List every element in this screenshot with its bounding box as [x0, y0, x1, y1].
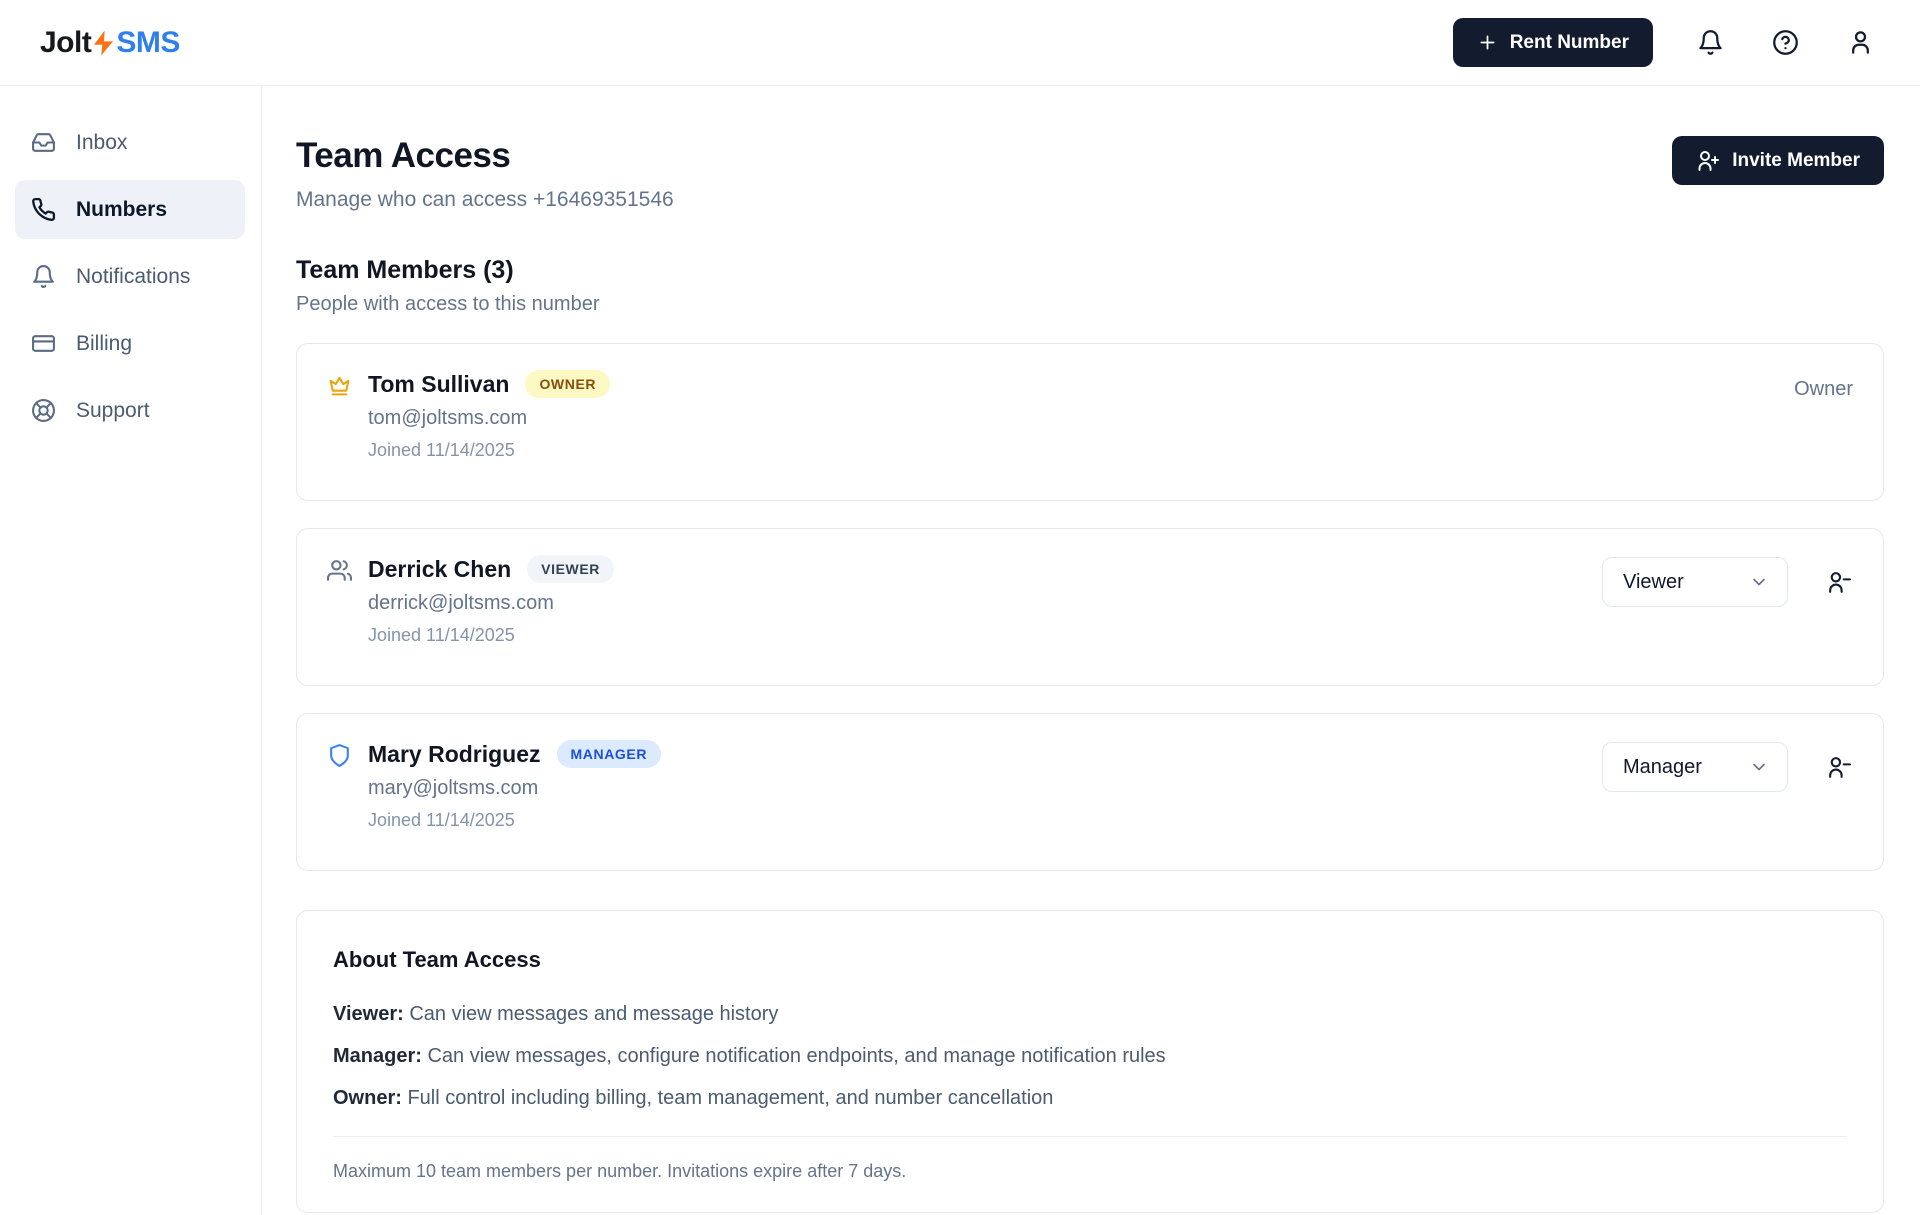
sidebar-item-label: Support	[76, 398, 150, 422]
member-joined-date: Joined 11/14/2025	[368, 625, 515, 645]
role-term: Owner:	[333, 1087, 402, 1109]
owner-role-description: Owner: Full control including billing, t…	[333, 1087, 1847, 1110]
role-desc: Full control including billing, team man…	[401, 1087, 1054, 1109]
rent-number-button[interactable]: Rent Number	[1452, 18, 1653, 67]
member-email: derrick@joltsms.com	[368, 592, 554, 614]
sidebar-item-label: Notifications	[76, 264, 191, 288]
top-navigation: Jolt SMS Rent Number	[0, 0, 1920, 86]
bell-icon	[31, 264, 56, 289]
member-actions: Owner	[1794, 372, 1853, 401]
member-name: Tom Sullivan	[368, 370, 510, 397]
topnav-actions: Rent Number	[1452, 18, 1878, 67]
role-select-dropdown[interactable]: Manager	[1602, 742, 1788, 792]
sidebar-item-label: Billing	[76, 331, 133, 355]
page-title: Team Access	[296, 136, 511, 175]
owner-badge: OWNER	[525, 370, 611, 398]
role-select-value: Viewer	[1623, 570, 1684, 593]
about-title: About Team Access	[333, 947, 541, 972]
chevron-down-icon	[1749, 572, 1769, 592]
invite-member-button[interactable]: Invite Member	[1672, 136, 1884, 185]
member-info: Tom Sullivan OWNER tom@joltsms.com Joine…	[327, 370, 611, 461]
role-term: Manager:	[333, 1045, 422, 1067]
member-email: mary@joltsms.com	[368, 777, 539, 799]
role-select-dropdown[interactable]: Viewer	[1602, 557, 1788, 607]
manager-badge: MANAGER	[556, 740, 662, 768]
member-actions: Manager	[1602, 742, 1853, 792]
credit-card-icon	[31, 331, 56, 356]
phone-icon	[31, 197, 56, 222]
logo-text-jolt: Jolt	[40, 25, 92, 59]
sidebar-item-notifications[interactable]: Notifications	[15, 247, 245, 306]
plus-icon	[1477, 32, 1498, 53]
role-term: Viewer:	[333, 1003, 404, 1025]
member-info: Mary Rodriguez MANAGER mary@joltsms.com …	[327, 740, 662, 831]
notifications-bell-icon[interactable]	[1693, 25, 1728, 60]
member-name: Derrick Chen	[368, 555, 512, 582]
user-account-icon[interactable]	[1843, 25, 1878, 60]
role-desc: Can view messages and message history	[403, 1003, 779, 1025]
role-descriptions: Viewer: Can view messages and message hi…	[333, 1003, 1847, 1110]
sidebar-item-billing[interactable]: Billing	[15, 314, 245, 373]
main-content: Team Access Manage who can access +16469…	[262, 86, 1920, 1215]
member-name: Mary Rodriguez	[368, 740, 541, 767]
lightning-bolt-icon	[90, 25, 117, 61]
users-icon	[327, 558, 352, 583]
sidebar-item-label: Numbers	[76, 197, 168, 221]
team-members-heading: Team Members (3)	[296, 256, 514, 284]
viewer-badge: VIEWER	[527, 555, 614, 583]
user-minus-icon	[1826, 755, 1851, 780]
role-select-value: Manager	[1623, 755, 1702, 778]
member-email: tom@joltsms.com	[368, 407, 528, 429]
logo-text-sms: SMS	[116, 25, 180, 59]
crown-icon	[327, 373, 352, 398]
user-plus-icon	[1696, 149, 1720, 173]
member-card-tom-sullivan: Tom Sullivan OWNER tom@joltsms.com Joine…	[296, 343, 1884, 501]
member-info: Derrick Chen VIEWER derrick@joltsms.com …	[327, 555, 614, 646]
viewer-role-description: Viewer: Can view messages and message hi…	[333, 1003, 1847, 1026]
member-card-mary-rodriguez: Mary Rodriguez MANAGER mary@joltsms.com …	[296, 713, 1884, 871]
remove-member-button[interactable]	[1824, 753, 1853, 782]
sidebar-item-inbox[interactable]: Inbox	[15, 113, 245, 172]
owner-role-text: Owner	[1794, 378, 1853, 400]
member-joined-date: Joined 11/14/2025	[368, 440, 515, 460]
sidebar-item-numbers[interactable]: Numbers	[15, 180, 245, 239]
user-minus-icon	[1826, 570, 1851, 595]
member-joined-date: Joined 11/14/2025	[368, 810, 515, 830]
app-logo: Jolt SMS	[40, 25, 180, 61]
about-team-access-card: About Team Access Viewer: Can view messa…	[296, 910, 1884, 1213]
member-card-derrick-chen: Derrick Chen VIEWER derrick@joltsms.com …	[296, 528, 1884, 686]
member-actions: Viewer	[1602, 557, 1853, 607]
rent-number-label: Rent Number	[1509, 31, 1629, 53]
help-icon[interactable]	[1768, 25, 1803, 60]
chevron-down-icon	[1749, 757, 1769, 777]
sidebar-item-support[interactable]: Support	[15, 381, 245, 440]
sidebar: Inbox Numbers Notifications Billing Supp…	[0, 86, 262, 1215]
sidebar-item-label: Inbox	[76, 130, 128, 154]
life-buoy-icon	[31, 398, 56, 423]
team-members-subtitle: People with access to this number	[296, 293, 600, 315]
page-header: Team Access Manage who can access +16469…	[296, 136, 1884, 212]
invite-member-label: Invite Member	[1732, 149, 1860, 171]
inbox-icon	[31, 130, 56, 155]
divider	[333, 1136, 1847, 1137]
role-desc: Can view messages, configure notificatio…	[421, 1045, 1166, 1067]
shield-icon	[327, 743, 352, 768]
manager-role-description: Manager: Can view messages, configure no…	[333, 1045, 1847, 1068]
remove-member-button[interactable]	[1824, 568, 1853, 597]
about-footnote: Maximum 10 team members per number. Invi…	[333, 1161, 907, 1181]
page-subtitle: Manage who can access +16469351546	[296, 188, 674, 211]
